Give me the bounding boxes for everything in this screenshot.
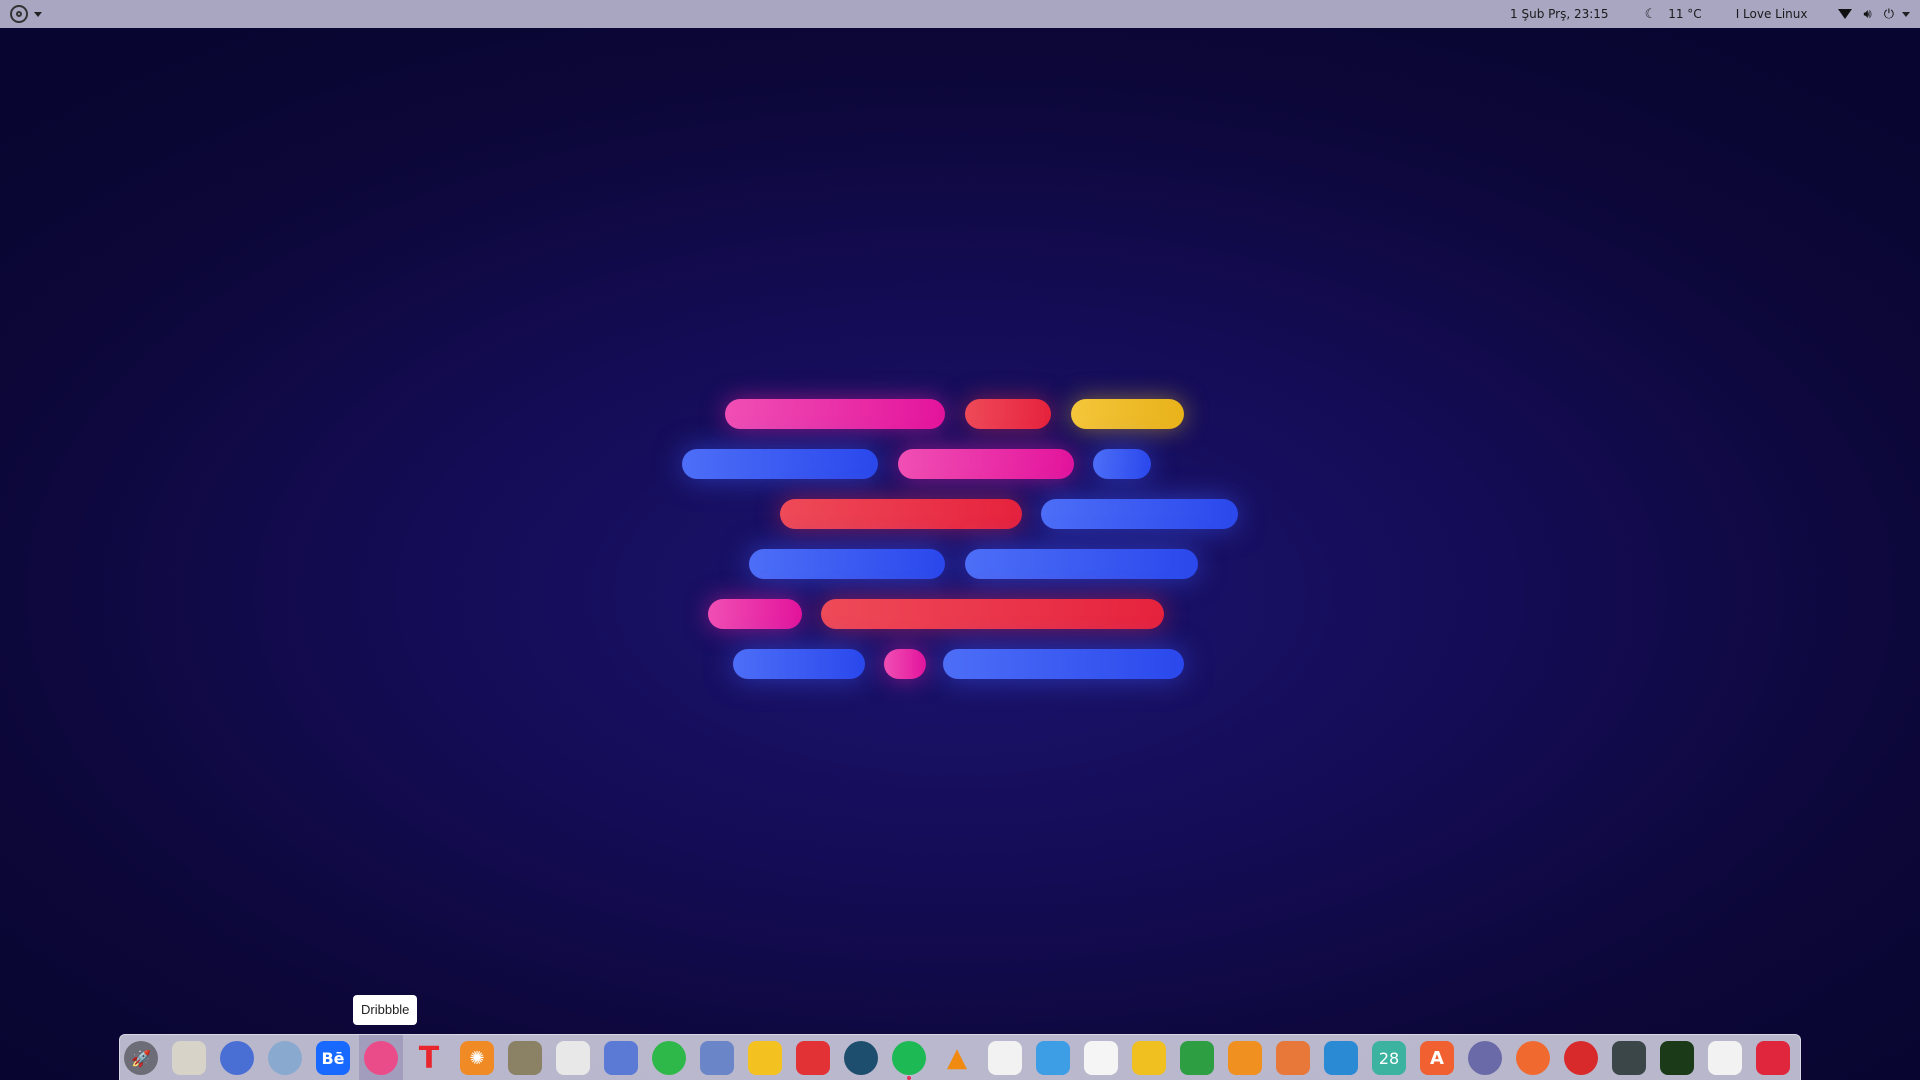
- wallpaper-bar: [965, 399, 1051, 429]
- bulb-icon[interactable]: [748, 1041, 782, 1075]
- top-panel: 1 Şub Prş, 23:15 ☾ 11 °C I Love Linux 🔊︎…: [0, 0, 1920, 28]
- wallpaper-bar: [1071, 399, 1184, 429]
- inkscape-icon[interactable]: ✺: [460, 1041, 494, 1075]
- presentation-icon[interactable]: [1228, 1041, 1262, 1075]
- discord-icon[interactable]: [604, 1041, 638, 1075]
- launcher-rocket-icon[interactable]: 🚀: [124, 1041, 158, 1075]
- wallpaper-bar: [708, 599, 802, 629]
- app-store-icon[interactable]: A: [1420, 1041, 1454, 1075]
- wallpaper-bar: [821, 599, 1164, 629]
- wallpaper-bar: [780, 499, 1022, 529]
- wallpaper-bar: [682, 449, 878, 479]
- wallpaper-bar: [884, 649, 926, 679]
- spotify-icon[interactable]: [892, 1041, 926, 1075]
- calendar-icon[interactable]: 28: [1372, 1041, 1406, 1075]
- dribbble-icon[interactable]: [364, 1041, 398, 1075]
- screenshot-icon[interactable]: [1084, 1041, 1118, 1075]
- firefox-icon[interactable]: [220, 1041, 254, 1075]
- calculator-icon[interactable]: [1132, 1041, 1166, 1075]
- document-icon[interactable]: [1276, 1041, 1310, 1075]
- update-icon[interactable]: [1516, 1041, 1550, 1075]
- gimp-icon[interactable]: [508, 1041, 542, 1075]
- wallpaper-bar: [898, 449, 1074, 479]
- typora-icon[interactable]: T: [412, 1041, 446, 1076]
- temperature[interactable]: 11 °C: [1668, 7, 1701, 21]
- dock: 🚀 Bē T ✺ ▲ 28 A: [119, 1034, 1801, 1080]
- vlc-icon[interactable]: ▲: [940, 1041, 974, 1075]
- user-name[interactable]: I Love Linux: [1736, 7, 1808, 21]
- twitter-bird-icon[interactable]: [700, 1041, 734, 1075]
- terminal-icon[interactable]: [1612, 1041, 1646, 1075]
- writer-icon[interactable]: [1324, 1041, 1358, 1075]
- wallpaper-bar: [943, 649, 1184, 679]
- clock[interactable]: 1 Şub Prş, 23:15: [1510, 7, 1609, 21]
- volume-icon[interactable]: 🔊︎: [1864, 7, 1872, 22]
- chevron-down-icon[interactable]: [34, 11, 42, 17]
- whatsapp-icon[interactable]: [652, 1041, 686, 1075]
- power-settings-icon[interactable]: [1756, 1041, 1790, 1075]
- anydesk-icon[interactable]: [796, 1041, 830, 1075]
- chromium-icon[interactable]: [268, 1041, 302, 1075]
- files-icon[interactable]: [172, 1041, 206, 1075]
- camera-icon[interactable]: [556, 1041, 590, 1075]
- power-icon[interactable]: ⏻: [1884, 7, 1894, 22]
- panel-left[interactable]: [10, 0, 42, 28]
- wallpaper-bar: [1093, 449, 1151, 479]
- wifi-icon[interactable]: [1837, 9, 1852, 19]
- tweaks-icon[interactable]: [1708, 1041, 1742, 1075]
- headphones-icon[interactable]: [1036, 1041, 1070, 1075]
- spreadsheet-icon[interactable]: [1180, 1041, 1214, 1075]
- ubuntu-logo-icon[interactable]: [10, 5, 28, 23]
- weather-moon-icon[interactable]: ☾: [1645, 7, 1657, 22]
- chevron-down-icon[interactable]: [1902, 11, 1910, 17]
- dock-tooltip: Dribbble: [353, 995, 418, 1025]
- clapper-icon[interactable]: [988, 1041, 1022, 1075]
- wallpaper-bar: [965, 549, 1198, 579]
- speedometer-icon[interactable]: [1564, 1041, 1598, 1075]
- settings-grid-icon[interactable]: [1468, 1041, 1502, 1075]
- teamviewer-icon[interactable]: [844, 1041, 878, 1075]
- running-indicator: [907, 1076, 911, 1080]
- system-monitor-icon[interactable]: [1660, 1041, 1694, 1075]
- wallpaper-bar: [1041, 499, 1238, 529]
- wallpaper-bar: [733, 649, 865, 679]
- behance-icon[interactable]: Bē: [316, 1041, 350, 1075]
- wallpaper-bar: [749, 549, 945, 579]
- wallpaper-bar: [725, 399, 945, 429]
- panel-right: 1 Şub Prş, 23:15 ☾ 11 °C I Love Linux 🔊︎…: [1510, 0, 1910, 28]
